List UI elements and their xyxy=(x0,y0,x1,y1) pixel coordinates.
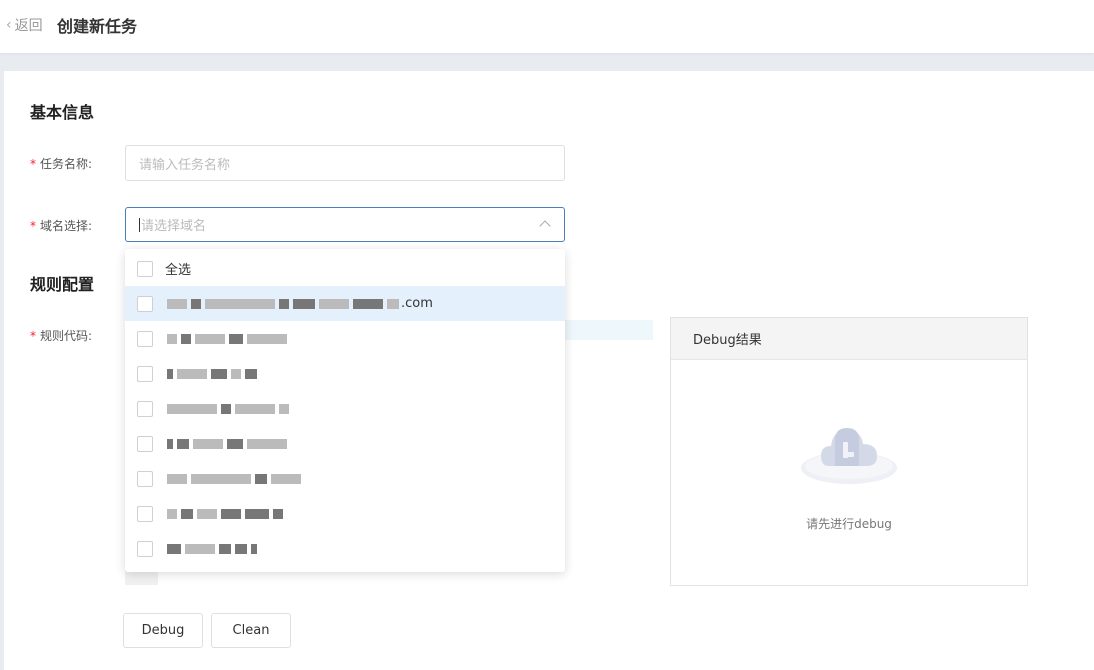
required-mark: * xyxy=(30,219,36,233)
option-checkbox[interactable] xyxy=(137,505,153,522)
back-link[interactable]: ‹ 返回 xyxy=(6,15,43,35)
back-label: 返回 xyxy=(14,18,43,34)
dropdown-option[interactable]: .com xyxy=(125,286,565,321)
cloud-empty-icon xyxy=(801,428,897,484)
required-mark: * xyxy=(30,157,36,171)
task-name-label: * 任务名称: xyxy=(30,157,93,171)
redacted-domain-text xyxy=(165,506,285,521)
option-checkbox[interactable] xyxy=(137,295,153,312)
domain-select[interactable]: 请选择域名 xyxy=(125,207,565,242)
dropdown-option[interactable] xyxy=(125,461,565,496)
domain-select-label: * 域名选择: xyxy=(30,219,93,233)
debug-result-panel: Debug结果 请先进行debug xyxy=(670,317,1028,586)
redacted-domain-text xyxy=(165,366,259,381)
redacted-domain-text xyxy=(165,541,259,556)
option-checkbox[interactable] xyxy=(137,470,153,487)
dropdown-option-select-all[interactable]: 全选 xyxy=(125,251,565,286)
page-title: 创建新任务 xyxy=(57,17,138,36)
dropdown-option[interactable] xyxy=(125,321,565,356)
text-cursor xyxy=(139,217,140,232)
redacted-domain-text xyxy=(165,471,303,486)
section-title-rules: 规则配置 xyxy=(30,275,95,294)
chevron-left-icon: ‹ xyxy=(6,17,12,33)
task-name-input[interactable]: 请输入任务名称 xyxy=(125,145,565,181)
option-checkbox[interactable] xyxy=(137,400,153,417)
chevron-up-icon xyxy=(539,220,551,232)
clean-button[interactable]: Clean xyxy=(211,613,291,648)
option-checkbox[interactable] xyxy=(137,435,153,452)
dropdown-option[interactable] xyxy=(125,391,565,426)
domain-dropdown: 全选 .com xyxy=(125,249,565,572)
redacted-domain-text xyxy=(165,331,289,346)
dropdown-option[interactable] xyxy=(125,356,565,391)
redacted-domain-text xyxy=(165,436,289,451)
section-title-basic: 基本信息 xyxy=(30,103,95,122)
option-checkbox[interactable] xyxy=(137,330,153,347)
dropdown-option[interactable] xyxy=(125,426,565,461)
option-checkbox[interactable] xyxy=(137,260,153,277)
required-mark: * xyxy=(30,329,36,343)
redacted-domain-text: .com xyxy=(165,296,433,311)
redacted-domain-text xyxy=(165,401,291,416)
top-bar: ‹ 返回 创建新任务 xyxy=(0,0,1094,53)
dropdown-option[interactable] xyxy=(125,531,565,566)
rule-code-label: * 规则代码: xyxy=(30,329,93,343)
debug-button[interactable]: Debug xyxy=(123,613,203,648)
option-checkbox[interactable] xyxy=(137,540,153,557)
dropdown-option[interactable] xyxy=(125,496,565,531)
option-checkbox[interactable] xyxy=(137,365,153,382)
debug-result-title: Debug结果 xyxy=(671,318,1027,360)
debug-empty-text: 请先进行debug xyxy=(806,517,892,531)
